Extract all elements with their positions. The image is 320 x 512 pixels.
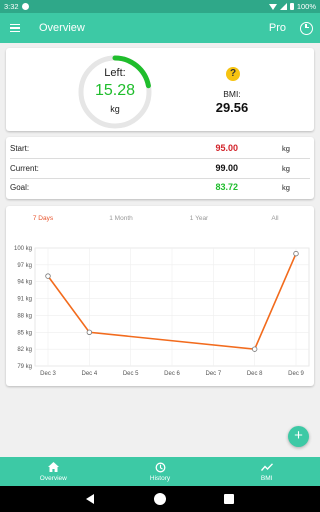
system-nav-bar [0, 486, 320, 512]
weight-stats-card: Start: 95.00 kg Current: 99.00 kg Goal: … [6, 137, 314, 199]
app-title: Overview [39, 22, 85, 34]
trend-icon [260, 462, 273, 473]
reminder-clock-icon[interactable] [300, 21, 313, 35]
wifi-icon [268, 3, 277, 10]
battery-level: 100% [296, 2, 316, 11]
nav-item-overview[interactable]: Overview [0, 457, 107, 486]
stat-row-goal: Goal: 83.72 kg [10, 178, 310, 196]
stat-unit: kg [282, 144, 290, 153]
recents-icon[interactable] [224, 494, 234, 504]
back-icon[interactable] [86, 494, 94, 504]
bmi-help-icon[interactable]: ? [226, 67, 240, 81]
add-weight-button[interactable]: + [288, 426, 309, 447]
pro-button[interactable]: Pro [269, 22, 286, 34]
bottom-nav: Overview History BMI [0, 457, 320, 486]
stat-unit: kg [282, 164, 290, 173]
progress-card: Left: 15.28 kg ? BMI: 29.56 [6, 48, 314, 131]
status-bar: 3:32 100% [0, 0, 320, 13]
nav-label: BMI [260, 474, 273, 482]
history-icon [155, 462, 166, 473]
google-notification-icon [21, 3, 29, 10]
nav-item-history[interactable]: History [107, 457, 214, 486]
stat-value: 99.00 [215, 163, 238, 173]
tab-1-month[interactable]: 1 Month [91, 215, 151, 222]
battery-icon [289, 3, 294, 10]
nav-label: Overview [39, 474, 67, 482]
tab-7-days[interactable]: 7 Days [13, 215, 73, 222]
gauge-unit: kg [110, 104, 120, 114]
nav-label: History [149, 474, 171, 482]
stat-unit: kg [282, 183, 290, 192]
signal-icon [279, 3, 287, 10]
weight-chart-card [6, 206, 314, 386]
menu-icon[interactable] [1, 13, 29, 43]
bmi-value: 29.56 [215, 100, 249, 115]
app-bar: Overview Pro [0, 13, 320, 43]
tab-all[interactable]: All [245, 215, 305, 222]
stat-row-start: Start: 95.00 kg [10, 139, 310, 157]
home-icon [47, 462, 59, 473]
home-circle-icon[interactable] [154, 493, 166, 505]
stat-row-current: Current: 99.00 kg [10, 159, 310, 177]
tab-1-year[interactable]: 1 Year [169, 215, 229, 222]
nav-item-bmi[interactable]: BMI [213, 457, 320, 486]
stat-label: Current: [10, 164, 39, 173]
gauge-left-label: Left: [104, 67, 126, 79]
stat-value: 83.72 [215, 182, 238, 192]
bmi-label: BMI: [223, 89, 241, 99]
stat-value: 95.00 [215, 143, 238, 153]
gauge-left-value: 15.28 [94, 82, 136, 99]
stat-label: Goal: [10, 183, 30, 192]
status-time: 3:32 [4, 2, 19, 11]
stat-label: Start: [10, 144, 30, 153]
